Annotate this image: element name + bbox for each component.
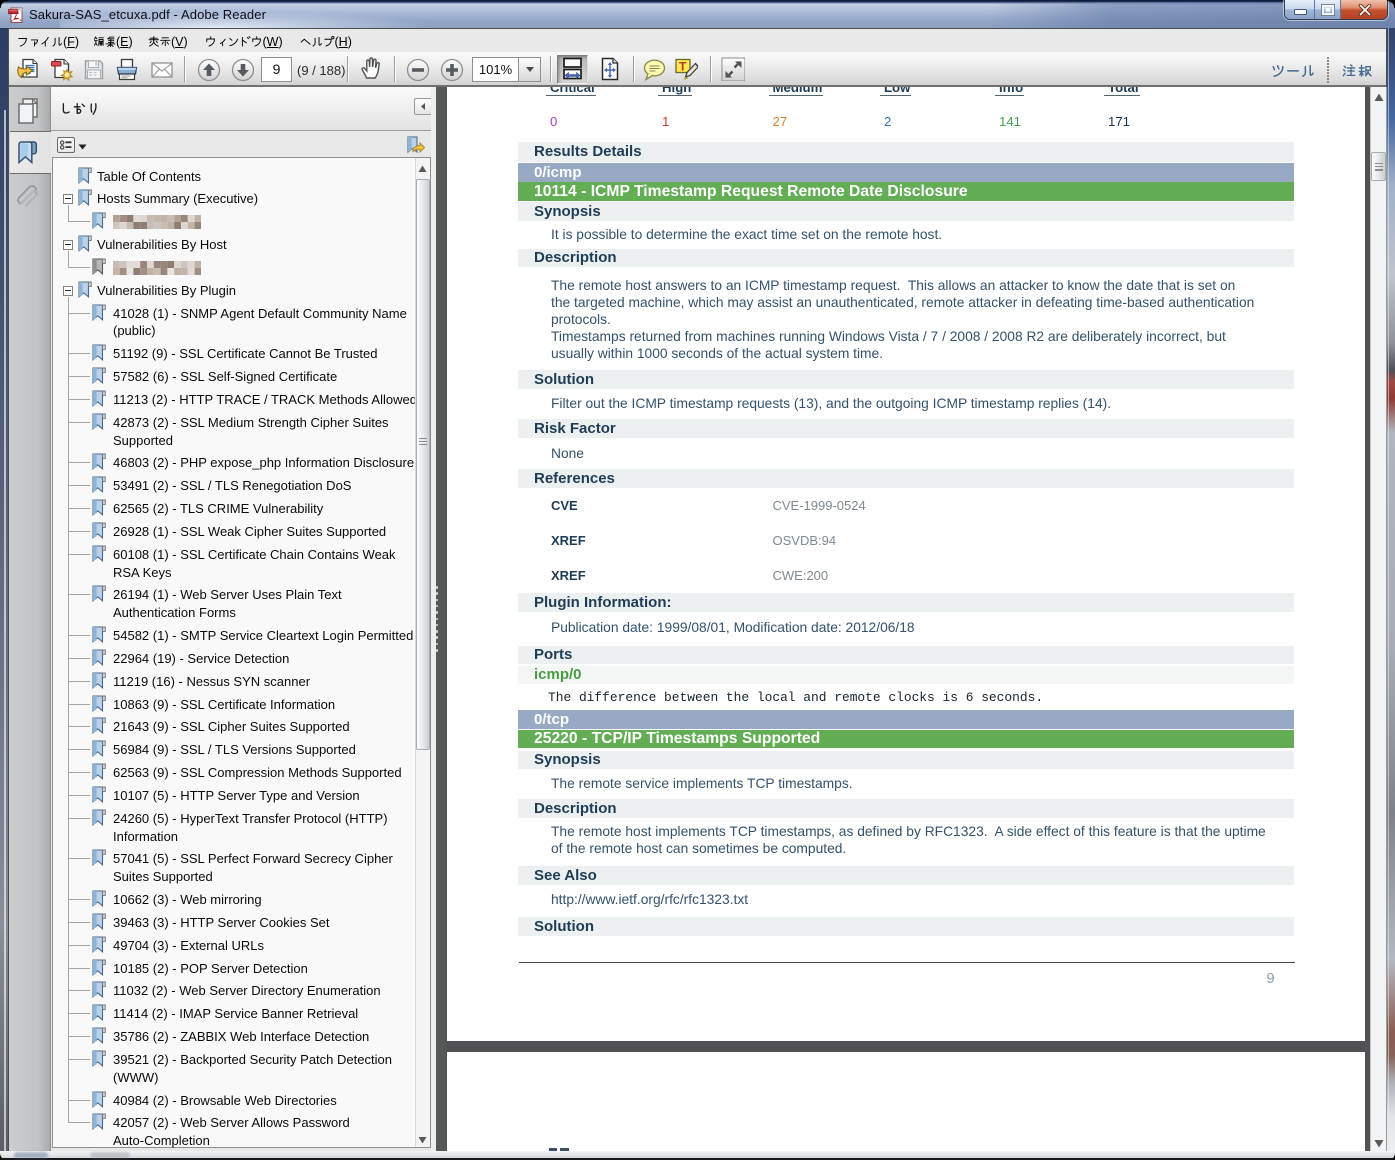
svg-text:T: T [679,60,687,74]
